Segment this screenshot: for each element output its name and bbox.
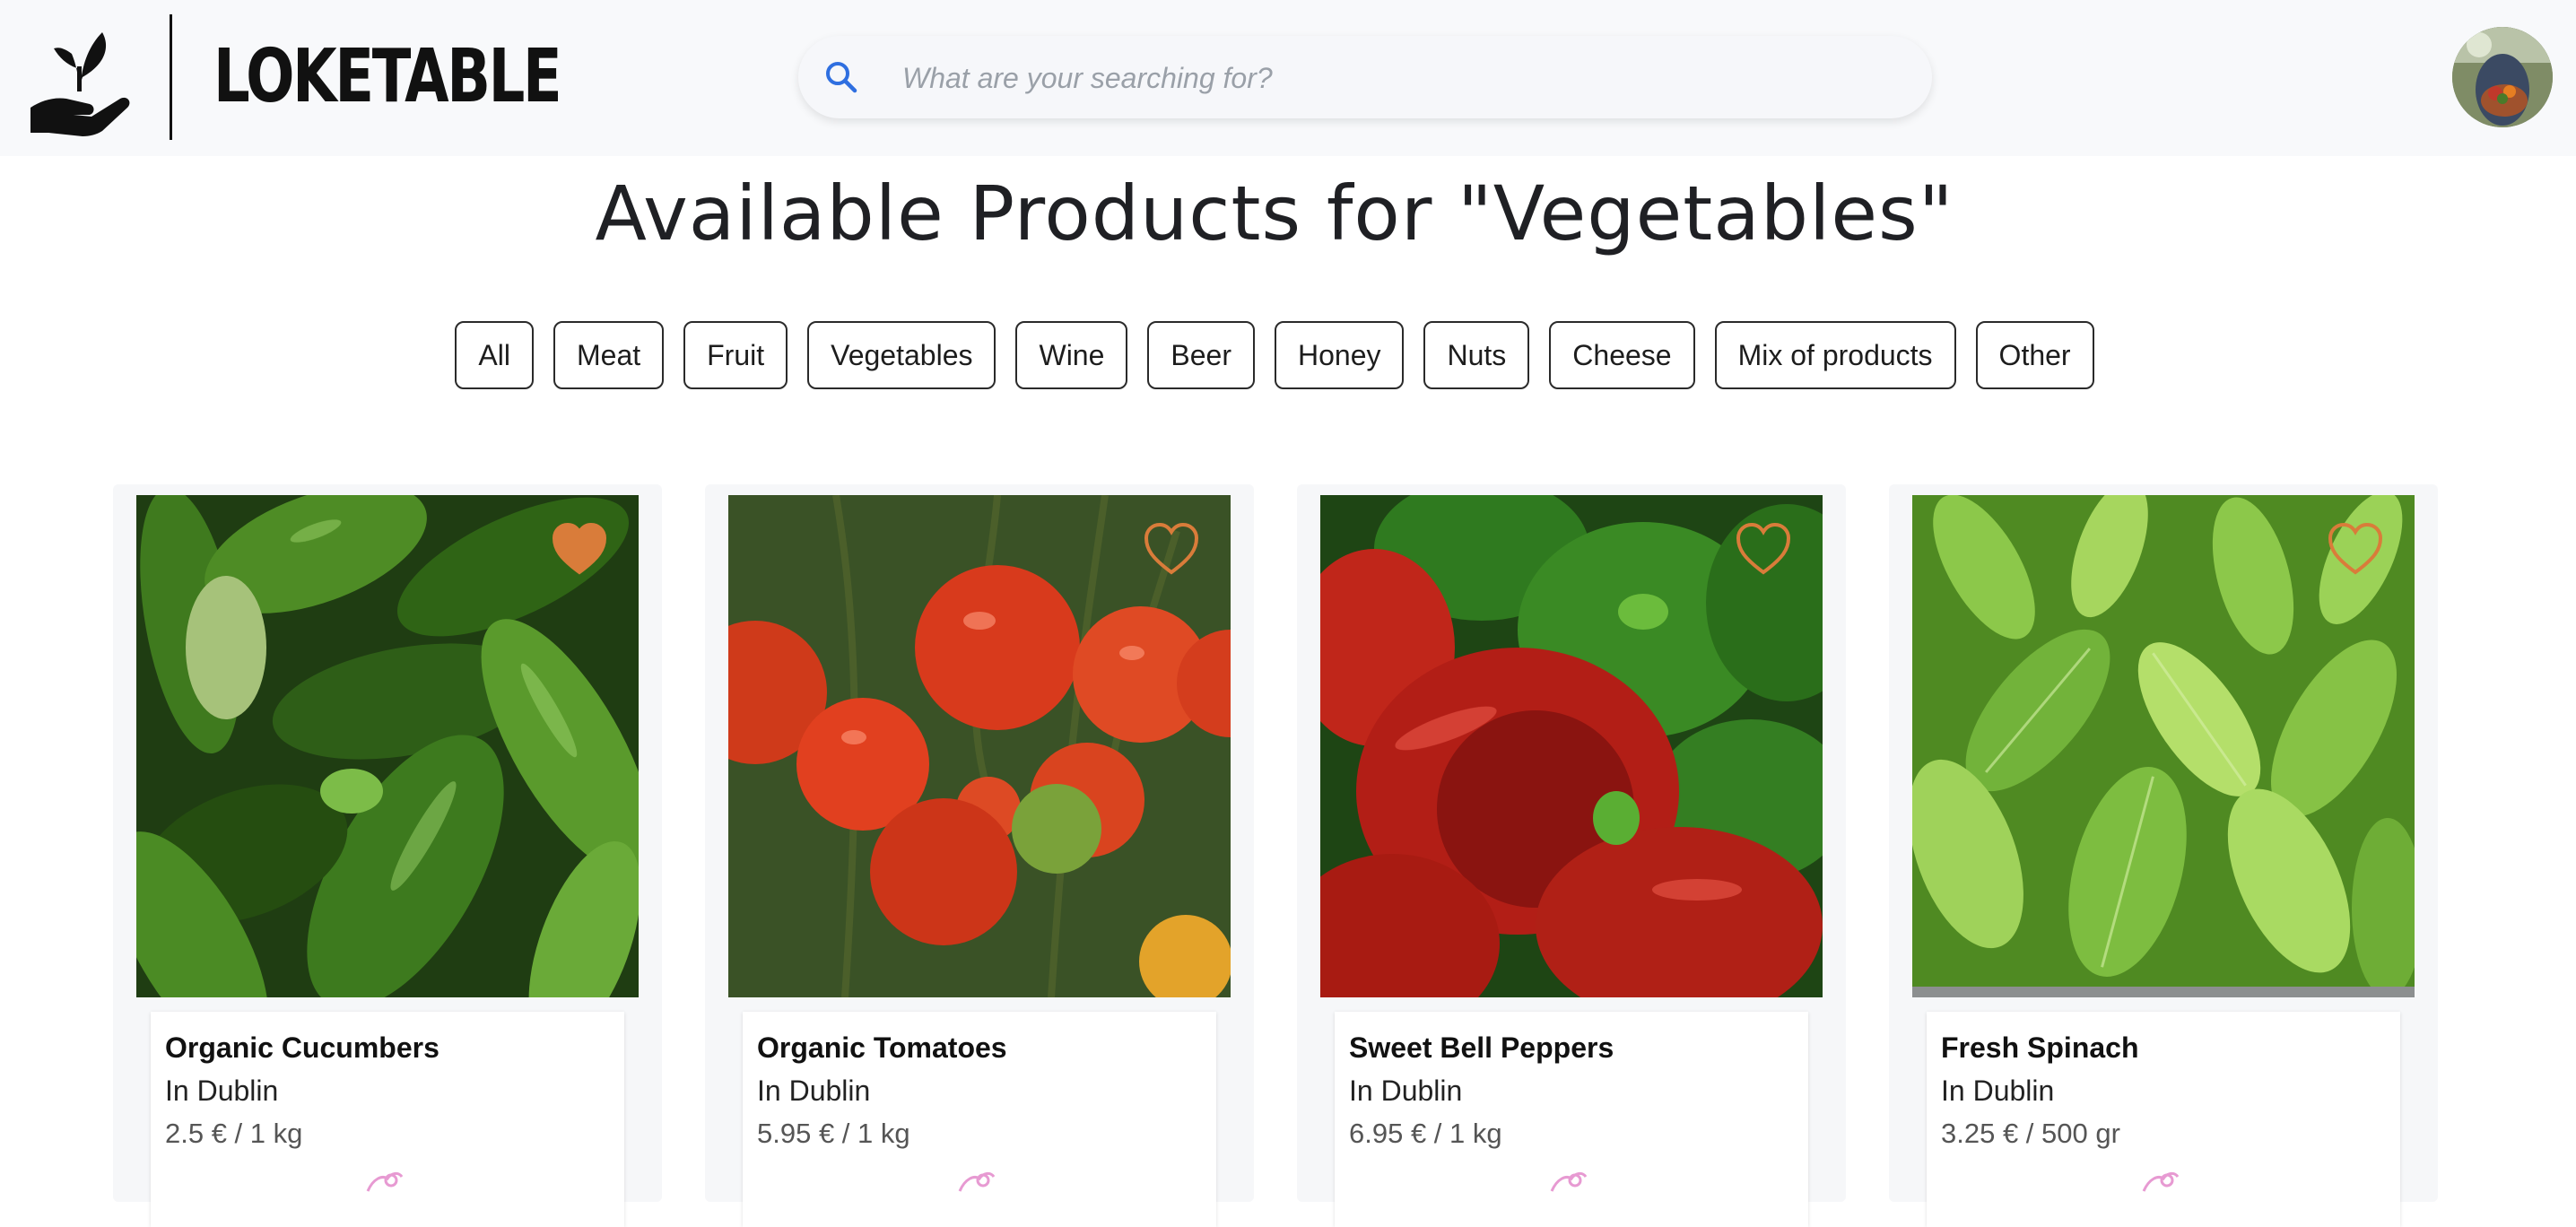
- avatar-photo-icon: [2452, 27, 2553, 127]
- product-image[interactable]: [1912, 495, 2415, 997]
- product-price: 5.95 € / 1 kg: [757, 1118, 910, 1149]
- search-bar[interactable]: [798, 36, 1932, 120]
- producer-badge-icon: [366, 1171, 404, 1192]
- producer-badge-icon: [2142, 1171, 2180, 1192]
- product-info: Organic Tomatoes In Dublin 5.95 € / 1 kg: [743, 1012, 1216, 1227]
- logo-divider: [170, 14, 172, 140]
- filter-mix-of-products-button[interactable]: Mix of products: [1714, 321, 1956, 389]
- filter-meat-button[interactable]: Meat: [553, 321, 665, 389]
- product-grid: Organic Cucumbers In Dublin 2.5 € / 1 kg: [113, 484, 2445, 1227]
- product-image[interactable]: [136, 495, 639, 997]
- product-info: Fresh Spinach In Dublin 3.25 € / 500 gr: [1927, 1012, 2400, 1227]
- producer-badge-icon: [1550, 1171, 1588, 1192]
- category-filters: All Meat Fruit Vegetables Wine Beer Hone…: [0, 321, 2549, 389]
- product-card[interactable]: Organic Cucumbers In Dublin 2.5 € / 1 kg: [113, 484, 662, 1227]
- product-card[interactable]: Fresh Spinach In Dublin 3.25 € / 500 gr: [1889, 484, 2438, 1227]
- filter-honey-button[interactable]: Honey: [1274, 321, 1405, 389]
- product-price: 3.25 € / 500 gr: [1941, 1118, 2120, 1149]
- brand-wordmark[interactable]: LOKETABLE: [213, 30, 562, 124]
- product-info: Organic Cucumbers In Dublin 2.5 € / 1 kg: [151, 1012, 624, 1227]
- product-name[interactable]: Organic Tomatoes: [757, 1031, 1007, 1065]
- product-name[interactable]: Fresh Spinach: [1941, 1031, 2139, 1065]
- product-price: 2.5 € / 1 kg: [165, 1118, 303, 1149]
- filter-beer-button[interactable]: Beer: [1147, 321, 1255, 389]
- product-price: 6.95 € / 1 kg: [1349, 1118, 1502, 1149]
- producer-badge-icon: [958, 1171, 996, 1192]
- filter-wine-button[interactable]: Wine: [1015, 321, 1128, 389]
- product-location: In Dublin: [1349, 1075, 1463, 1107]
- favorite-heart-icon[interactable]: [1735, 522, 1792, 576]
- product-card[interactable]: Organic Tomatoes In Dublin 5.95 € / 1 kg: [705, 484, 1254, 1227]
- page-title: Available Products for "Vegetables": [595, 170, 1954, 257]
- product-image[interactable]: [1320, 495, 1823, 997]
- product-location: In Dublin: [1941, 1075, 2055, 1107]
- top-header: LOKETABLE: [0, 0, 2576, 156]
- search-input[interactable]: [901, 36, 1900, 120]
- product-name[interactable]: Sweet Bell Peppers: [1349, 1031, 1614, 1065]
- search-icon[interactable]: [823, 59, 859, 95]
- filter-all-button[interactable]: All: [455, 321, 534, 389]
- product-card[interactable]: Sweet Bell Peppers In Dublin 6.95 € / 1 …: [1297, 484, 1846, 1227]
- product-name[interactable]: Organic Cucumbers: [165, 1031, 439, 1065]
- filter-fruit-button[interactable]: Fruit: [683, 321, 788, 389]
- favorite-heart-icon[interactable]: [1143, 522, 1200, 576]
- filter-other-button[interactable]: Other: [1975, 321, 2094, 389]
- user-avatar[interactable]: [2452, 27, 2553, 127]
- favorite-heart-icon[interactable]: [551, 522, 608, 576]
- filter-vegetables-button[interactable]: Vegetables: [807, 321, 996, 389]
- product-location: In Dublin: [757, 1075, 871, 1107]
- product-image[interactable]: [728, 495, 1231, 997]
- product-info: Sweet Bell Peppers In Dublin 6.95 € / 1 …: [1335, 1012, 1808, 1227]
- filter-nuts-button[interactable]: Nuts: [1423, 321, 1530, 389]
- filter-cheese-button[interactable]: Cheese: [1549, 321, 1695, 389]
- hand-sprout-logo-icon[interactable]: [27, 27, 133, 138]
- product-location: In Dublin: [165, 1075, 279, 1107]
- favorite-heart-icon[interactable]: [2327, 522, 2384, 576]
